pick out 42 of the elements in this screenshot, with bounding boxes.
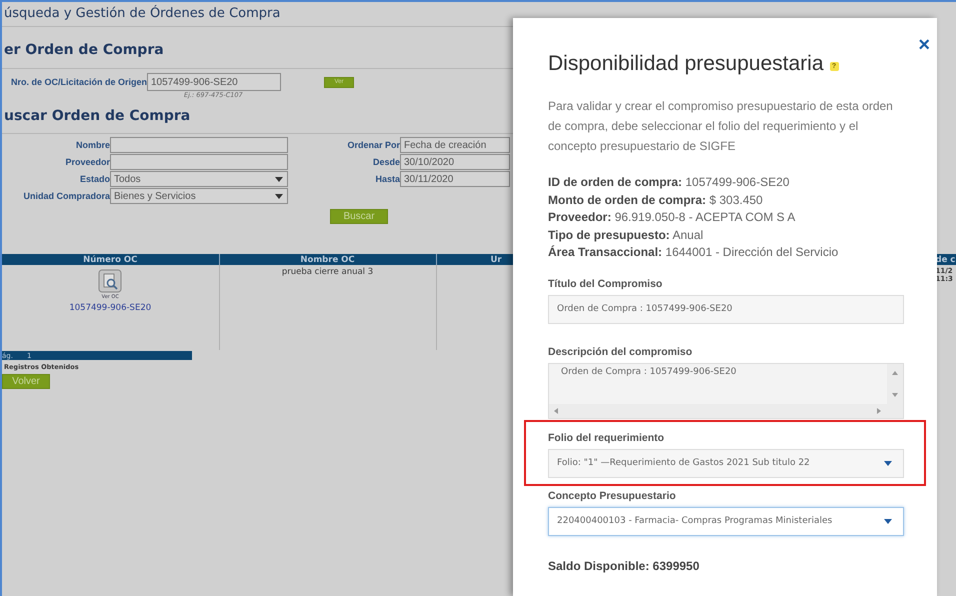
field-label: Hasta: [374, 174, 400, 184]
column-header: Nombre OC: [219, 254, 436, 265]
order-link[interactable]: 1057499-906-SE20: [69, 303, 152, 313]
dropdown-field[interactable]: 220400400103 - Farmacia- Compras Programas Ministeriales: [548, 506, 904, 536]
field-label: Descripción del compromiso: [548, 346, 694, 358]
field-label: Proveedor: [64, 157, 110, 167]
balance-text: Saldo Disponible: 6399950: [548, 558, 700, 572]
dropdown-field[interactable]: Todos: [110, 171, 288, 187]
dropdown-field[interactable]: Bienes y Servicios: [110, 188, 288, 204]
detail-line: Tipo de presupuesto: Anual: [548, 226, 704, 244]
field-label: Nombre: [74, 140, 110, 150]
close-button[interactable]: ×: [918, 35, 930, 55]
intro-text: Para validar y crear el compromiso presupuestario de esta orden de compra, debe seleccionar el folio del requerimiento y el concepto presupuestario de SIGFE: [548, 98, 894, 155]
order-number-field[interactable]: 1057499-906-SE20: [147, 73, 281, 91]
section-heading: uscar Orden de Compra: [3, 108, 190, 124]
caret-icon: [883, 460, 893, 466]
input-field[interactable]: 30/11/2020: [400, 171, 510, 187]
field-label: Estado: [78, 174, 110, 184]
input-field[interactable]: Fecha de creación: [400, 137, 510, 153]
field-label: Unidad Compradora: [22, 191, 110, 201]
input-field[interactable]: [110, 154, 288, 170]
table-cell: prueba cierre anual 3: [282, 267, 374, 277]
field-label: Nro. de OC/Licitación de Origen: [10, 77, 147, 87]
detail-line: ID de orden de compra: 1057499-906-SE20: [548, 174, 790, 191]
field-label: Folio del requerimiento: [548, 432, 666, 444]
field-label: Concepto Presupuestario: [548, 490, 677, 502]
detail-line: Proveedor: 96.919.050-8 - ACEPTA COM S A: [548, 209, 796, 226]
field-label: Desde: [372, 157, 400, 167]
field-label: Ordenar Por: [346, 140, 400, 150]
column-header: Número OC: [2, 254, 219, 265]
input-field[interactable]: Orden de Compra : 1057499-906-SE20: [548, 294, 904, 324]
page-title: úsqueda y Gestión de Órdenes de Compra: [3, 4, 280, 23]
section-heading: er Orden de Compra: [3, 42, 164, 58]
caret-icon: [883, 518, 893, 524]
detail-line: Monto de orden de compra: $ 303.450: [548, 192, 764, 208]
field-label: Título del Compromiso: [548, 278, 664, 290]
dropdown-field[interactable]: Folio: "1" —Requerimiento de Gastos 2021 Sub titulo 22: [548, 448, 904, 478]
description-field[interactable]: Orden de Compra : 1057499-906-SE20: [548, 362, 904, 418]
modal-title: Disponibilidad presupuestaria: [548, 52, 824, 76]
view-order-icon[interactable]: [98, 269, 122, 293]
input-field[interactable]: [110, 137, 288, 153]
input-field[interactable]: 30/10/2020: [400, 154, 510, 170]
